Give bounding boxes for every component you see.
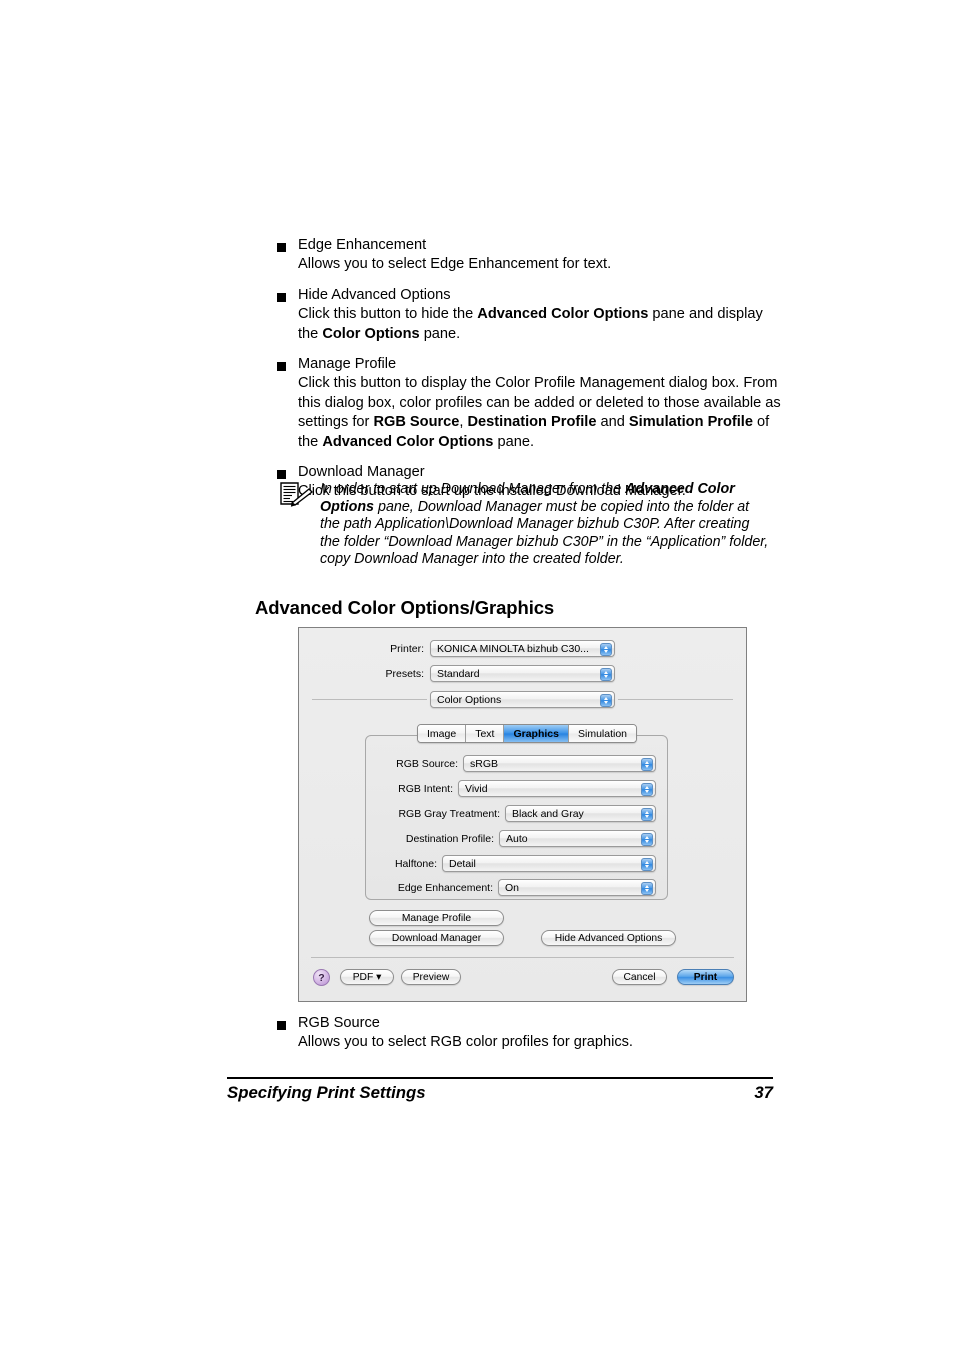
tab-image[interactable]: Image	[418, 725, 467, 742]
presets-label: Presets:	[385, 667, 424, 680]
halftone-select[interactable]: Detail	[442, 855, 656, 872]
rgb-source-row: RGB Source: sRGB	[380, 755, 656, 772]
rgb-gray-treatment-value: Black and Gray	[512, 807, 584, 820]
tab-graphics[interactable]: Graphics	[504, 725, 569, 742]
download-manager-button[interactable]: Download Manager	[369, 930, 504, 946]
rgb-intent-select[interactable]: Vivid	[458, 780, 656, 797]
footer-title: Specifying Print Settings	[227, 1083, 426, 1102]
halftone-row: Halftone: Detail	[380, 855, 656, 872]
page-number: 37	[754, 1083, 773, 1102]
note-text: In order to start up Download Manager fr…	[320, 481, 769, 568]
pdf-menu-button[interactable]: PDF ▾	[340, 969, 394, 985]
list-item-description: Allows you to select Edge Enhancement fo…	[298, 256, 612, 273]
edge-enhancement-row: Edge Enhancement: On	[380, 879, 656, 896]
footer-divider	[227, 1077, 773, 1079]
presets-select-value: Standard	[437, 667, 480, 680]
printer-label: Printer:	[390, 642, 424, 655]
note-block: In order to start up Download Manager fr…	[255, 481, 785, 569]
list-item-description: Click this button to hide the Advanced C…	[298, 306, 763, 342]
rgb-intent-value: Vivid	[465, 782, 488, 795]
rgb-gray-treatment-row: RGB Gray Treatment: Black and Gray	[380, 805, 656, 822]
print-button[interactable]: Print	[677, 969, 734, 985]
rgb-source-value: sRGB	[470, 757, 499, 770]
bullet-square-icon	[277, 1021, 286, 1030]
preview-button[interactable]: Preview	[401, 969, 461, 985]
hide-advanced-options-button[interactable]: Hide Advanced Options	[541, 930, 676, 946]
list-item: Hide Advanced Options Click this button …	[255, 286, 785, 344]
bullet-square-icon	[277, 243, 286, 252]
list-item: Edge Enhancement Allows you to select Ed…	[255, 236, 785, 275]
chevron-updown-icon	[600, 642, 612, 656]
tab-text[interactable]: Text	[466, 725, 505, 742]
edge-enhancement-value: On	[505, 881, 520, 894]
edge-enhancement-select[interactable]: On	[498, 879, 656, 896]
page-title: Advanced Color Options/Graphics	[255, 597, 555, 618]
help-button[interactable]: ?	[313, 969, 330, 986]
note-memo-icon	[279, 482, 313, 508]
trailing-bullet-list: RGB Source Allows you to select RGB colo…	[255, 1014, 785, 1064]
tab-bar: Image Text Graphics Simulation	[417, 724, 638, 743]
list-item-title: Manage Profile	[298, 356, 397, 373]
destination-profile-value: Auto	[506, 832, 528, 845]
printer-row: Printer: KONICA MINOLTA bizhub C30...	[332, 640, 617, 657]
chevron-updown-icon	[641, 881, 653, 895]
rgb-source-label: RGB Source:	[396, 757, 458, 770]
bullet-list: Edge Enhancement Allows you to select Ed…	[255, 236, 785, 513]
edge-enhancement-label: Edge Enhancement:	[397, 881, 493, 894]
chevron-updown-icon	[641, 857, 653, 871]
list-item-description: Allows you to select RGB color profiles …	[298, 1034, 633, 1051]
bullet-square-icon	[277, 470, 286, 480]
list-item-description: Click this button to display the Color P…	[298, 375, 781, 450]
bullet-square-icon	[277, 292, 286, 302]
chevron-updown-icon	[600, 693, 612, 707]
manage-profile-button[interactable]: Manage Profile	[369, 910, 504, 926]
destination-profile-select[interactable]: Auto	[499, 830, 656, 847]
presets-select[interactable]: Standard	[430, 665, 615, 682]
pane-select[interactable]: Color Options	[430, 691, 615, 708]
halftone-value: Detail	[449, 857, 476, 870]
document-page: Edge Enhancement Allows you to select Ed…	[0, 0, 954, 1350]
list-item: Manage Profile Click this button to disp…	[255, 355, 785, 452]
chevron-updown-icon	[641, 832, 653, 846]
cancel-button[interactable]: Cancel	[612, 969, 667, 985]
rgb-source-select[interactable]: sRGB	[463, 755, 656, 772]
presets-row: Presets: Standard	[332, 665, 617, 682]
tab-simulation[interactable]: Simulation	[568, 725, 637, 742]
divider-right	[618, 699, 733, 700]
divider-left	[312, 699, 427, 700]
rgb-intent-label: RGB Intent:	[398, 782, 453, 795]
chevron-updown-icon	[600, 667, 612, 681]
destination-profile-label: Destination Profile:	[405, 832, 494, 845]
rgb-intent-row: RGB Intent: Vivid	[380, 780, 656, 797]
destination-profile-row: Destination Profile: Auto	[380, 830, 656, 847]
list-item-title: RGB Source	[298, 1015, 380, 1031]
pane-select-value: Color Options	[437, 693, 502, 706]
bullet-square-icon	[277, 362, 286, 372]
list-item-title: Download Manager	[298, 464, 425, 481]
printer-select-value: KONICA MINOLTA bizhub C30...	[437, 642, 589, 655]
pane-popup-row: Color Options	[430, 691, 615, 708]
printer-select[interactable]: KONICA MINOLTA bizhub C30...	[430, 640, 615, 657]
rgb-gray-treatment-label: RGB Gray Treatment:	[398, 807, 500, 820]
chevron-updown-icon	[641, 807, 653, 821]
list-item: RGB Source Allows you to select RGB colo…	[255, 1014, 785, 1053]
rgb-gray-treatment-select[interactable]: Black and Gray	[505, 805, 656, 822]
chevron-updown-icon	[641, 782, 653, 796]
halftone-label: Halftone:	[394, 857, 437, 870]
list-item-title: Hide Advanced Options	[298, 286, 451, 303]
list-item-title: Edge Enhancement	[298, 237, 427, 253]
chevron-updown-icon	[641, 757, 653, 771]
divider-bottom	[311, 957, 734, 958]
